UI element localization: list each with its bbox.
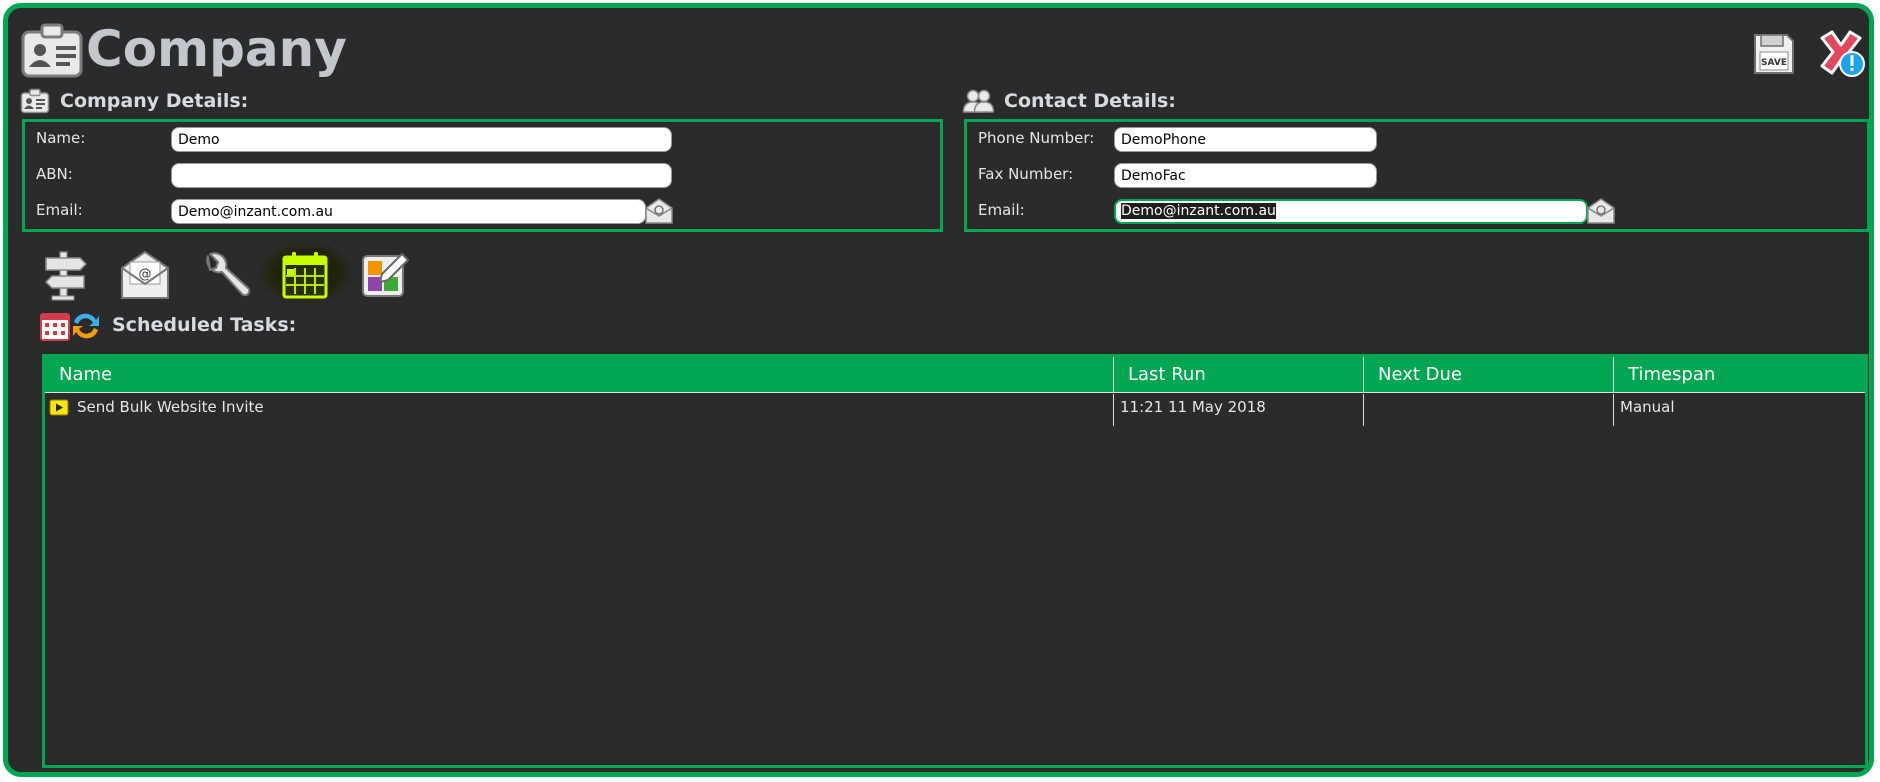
column-header-last-run[interactable]: Last Run <box>1114 357 1206 393</box>
company-send-email-button[interactable] <box>644 197 674 225</box>
column-separator <box>1113 357 1114 393</box>
color-picker-icon <box>362 253 409 297</box>
scheduled-tasks-heading: Scheduled Tasks: <box>38 308 296 342</box>
toolbar-email-button[interactable]: @ <box>118 248 172 302</box>
close-x-alert-icon <box>1820 30 1865 77</box>
row-separator <box>1363 394 1364 426</box>
calendar-icon <box>282 252 328 299</box>
row-separator <box>1613 394 1614 426</box>
page-title: Company <box>86 20 347 78</box>
column-header-next-due[interactable]: Next Due <box>1364 357 1462 393</box>
toolbar-schedule-button[interactable] <box>258 242 354 304</box>
save-label: SAVE <box>1761 58 1787 68</box>
phone-label: Phone Number: <box>978 129 1095 147</box>
column-header-name[interactable]: Name <box>45 357 112 393</box>
calendar-refresh-icon <box>40 313 99 341</box>
main-window: Company SAVE Company Details: Contact De… <box>3 3 1874 777</box>
fax-input[interactable] <box>1114 163 1377 188</box>
column-separator <box>1613 357 1614 393</box>
company-details-title: Company Details: <box>60 90 249 112</box>
contact-email-input[interactable]: Demo@inzant.com.au <box>1114 199 1588 224</box>
name-label: Name: <box>36 129 86 147</box>
company-details-heading: Company Details: <box>20 88 248 114</box>
scheduled-tasks-title: Scheduled Tasks: <box>112 314 297 336</box>
toolbar-signpost-button[interactable] <box>38 248 92 302</box>
contact-email-value: Demo@inzant.com.au <box>1121 203 1276 219</box>
contact-details-title: Contact Details: <box>1004 90 1176 112</box>
toolbar-theme-button[interactable] <box>358 248 412 302</box>
contact-send-email-button[interactable] <box>1586 197 1616 225</box>
id-card-icon <box>21 23 83 78</box>
floppy-save-icon: SAVE <box>1754 34 1794 74</box>
scheduled-tasks-grid: Name Last Run Next Due Timespan Send Bul… <box>42 354 1868 768</box>
company-email-label: Email: <box>36 201 83 219</box>
abn-input[interactable] <box>171 163 672 188</box>
id-card-icon <box>20 88 50 114</box>
toolbar-settings-button[interactable] <box>198 248 252 302</box>
send-email-icon <box>1587 198 1615 224</box>
task-last-run: 11:21 11 May 2018 <box>1120 398 1266 416</box>
save-button[interactable]: SAVE <box>1752 32 1796 76</box>
signpost-icon <box>44 251 88 301</box>
task-name: Send Bulk Website Invite <box>77 398 264 416</box>
row-separator <box>1113 394 1114 426</box>
send-email-icon <box>645 198 673 224</box>
abn-label: ABN: <box>36 165 73 183</box>
column-header-timespan[interactable]: Timespan <box>1614 357 1715 393</box>
column-separator <box>1363 357 1364 393</box>
wrench-icon <box>206 252 251 297</box>
contact-details-heading: Contact Details: <box>962 88 1176 114</box>
people-icon <box>962 89 994 113</box>
play-icon <box>49 399 69 416</box>
close-button[interactable] <box>1814 28 1868 80</box>
company-email-input[interactable] <box>171 199 646 224</box>
table-row[interactable]: Send Bulk Website Invite 11:21 11 May 20… <box>45 394 1865 426</box>
email-envelope-icon: @ <box>121 250 169 299</box>
phone-input[interactable] <box>1114 127 1377 152</box>
company-name-input[interactable] <box>171 127 672 152</box>
fax-label: Fax Number: <box>978 165 1074 183</box>
grid-header: Name Last Run Next Due Timespan <box>45 357 1865 393</box>
contact-email-label: Email: <box>978 201 1025 219</box>
task-timespan: Manual <box>1620 398 1675 416</box>
